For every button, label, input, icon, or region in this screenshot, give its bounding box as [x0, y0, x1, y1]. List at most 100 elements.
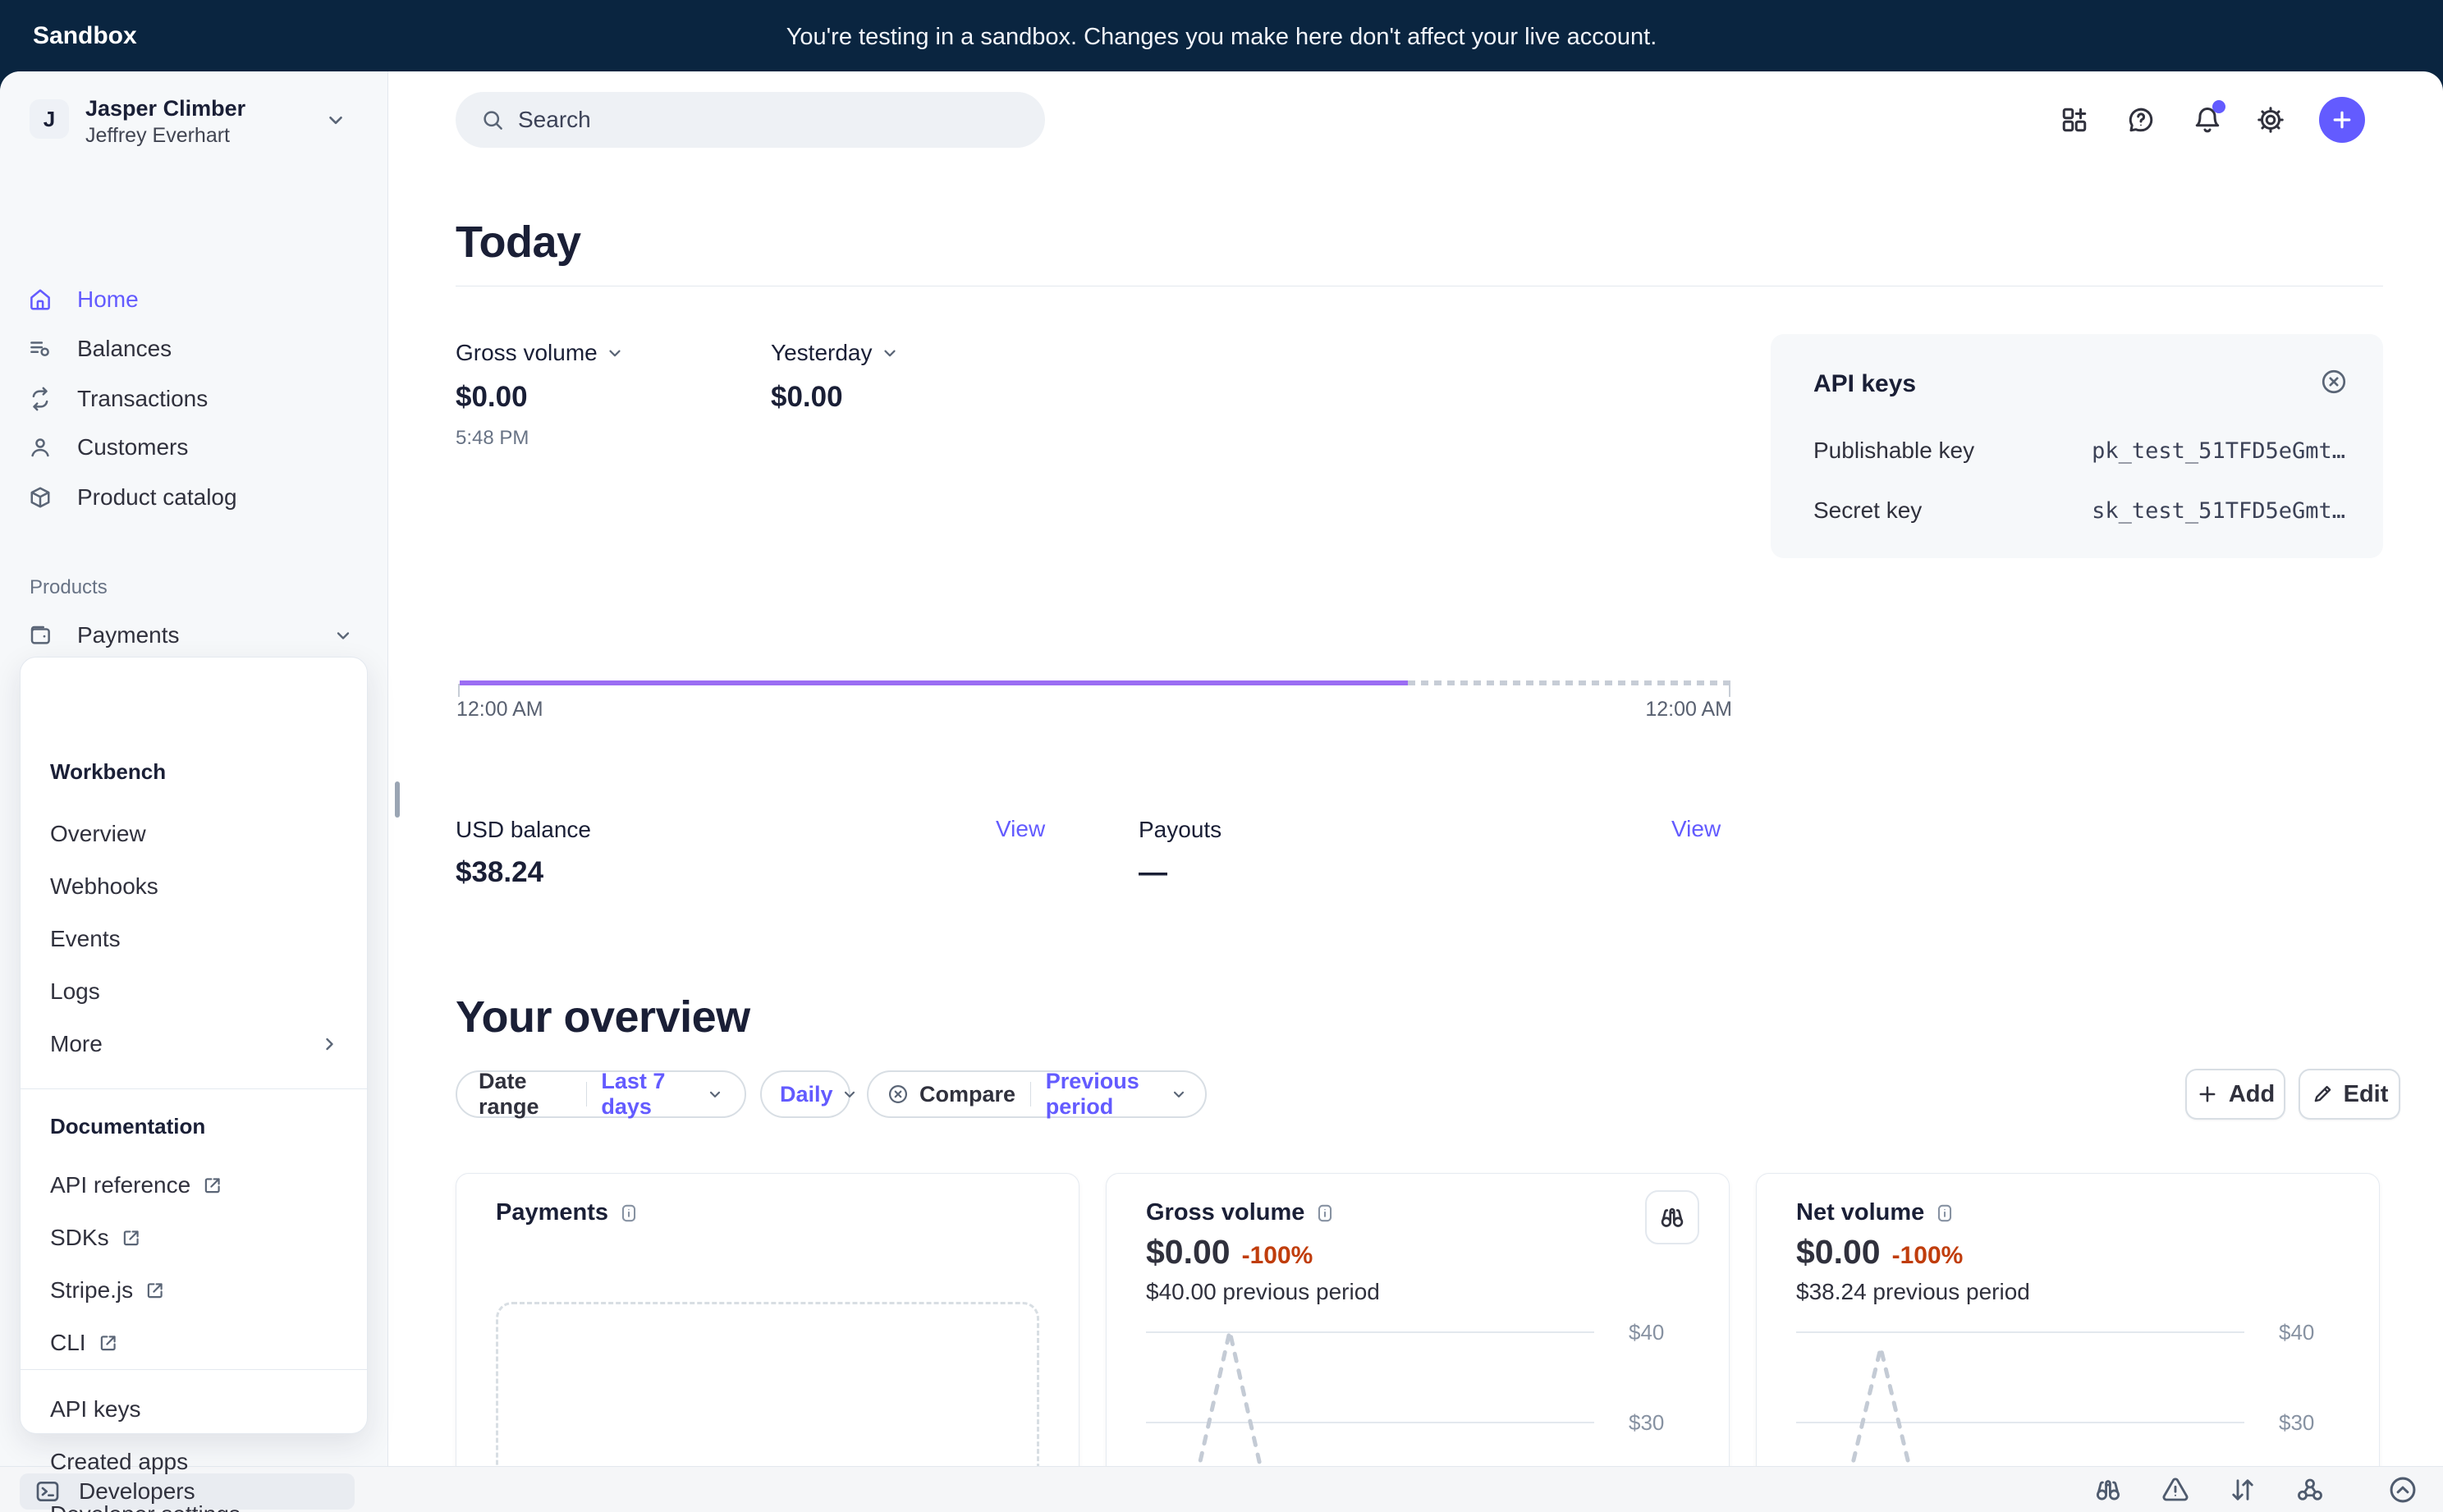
api-keys-card: API keys Publishable key pk_test_51TFD5e… [1771, 334, 2383, 558]
card-title: Net volume [1796, 1199, 1924, 1226]
search-bar[interactable] [456, 92, 1045, 148]
popup-item-label: SDKs [50, 1225, 109, 1251]
gross-volume-selector[interactable]: Gross volume [456, 340, 624, 366]
balances-icon [28, 337, 64, 361]
collapse-panel-icon[interactable] [2387, 1474, 2418, 1505]
sidebar-item-balances[interactable]: Balances [16, 325, 369, 373]
publishable-key-value[interactable]: pk_test_51TFD5eGmt… [2092, 438, 2345, 464]
sandbox-message: You're testing in a sandbox. Changes you… [0, 24, 2443, 51]
compare-label: Compare [919, 1082, 1015, 1107]
settings-gear-icon[interactable] [2251, 100, 2290, 140]
popup-item-webhooks[interactable]: Webhooks [30, 866, 359, 907]
sidebar-item-label: Balances [77, 336, 172, 362]
home-icon [28, 287, 64, 312]
compare-value: Previous period [1046, 1069, 1162, 1120]
metric-label-text: Gross volume [456, 340, 598, 366]
remove-compare-icon[interactable] [887, 1083, 910, 1106]
ytick-label: $30 [2279, 1410, 2344, 1436]
payments-card: Payments [456, 1173, 1079, 1493]
sidebar-item-label: Customers [77, 434, 188, 460]
popup-item-developer-settings[interactable]: Developer settings [30, 1494, 359, 1512]
date-range-filter[interactable]: Date range Last 7 days [456, 1070, 746, 1118]
sandbox-banner: Sandbox You're testing in a sandbox. Cha… [0, 0, 2443, 71]
popup-item-cli[interactable]: CLI [30, 1322, 359, 1363]
popup-item-events[interactable]: Events [30, 919, 359, 960]
compare-filter[interactable]: Compare Previous period [867, 1070, 1207, 1118]
package-icon [28, 485, 64, 510]
popup-divider [21, 1369, 367, 1370]
chevron-down-icon [325, 109, 346, 131]
chevron-down-icon [881, 344, 899, 362]
developers-bottom-bar: Developers [0, 1466, 2443, 1512]
today-title: Today [456, 217, 581, 268]
popup-item-stripe-js[interactable]: Stripe.js [30, 1270, 359, 1311]
payouts-value: — [1139, 856, 1167, 889]
popup-item-label: API reference [50, 1172, 190, 1198]
sidebar-item-transactions[interactable]: Transactions [16, 375, 369, 423]
sidebar-item-product-catalog[interactable]: Product catalog [16, 474, 369, 521]
payouts-label: Payouts [1139, 817, 1222, 843]
popup-item-sdks[interactable]: SDKs [30, 1217, 359, 1258]
add-button[interactable]: Add [2185, 1069, 2285, 1120]
ytick-label: $40 [1629, 1320, 1694, 1345]
sidebar-item-customers[interactable]: Customers [16, 424, 369, 471]
popup-item-more[interactable]: More [30, 1024, 359, 1065]
popup-item-api-keys[interactable]: API keys [30, 1389, 359, 1430]
gross-volume-card: Gross volume $0.00-100% $40.00 previous … [1106, 1173, 1730, 1493]
transactions-icon [28, 387, 64, 411]
info-icon[interactable] [1314, 1203, 1336, 1224]
search-input[interactable] [518, 107, 1011, 133]
popup-item-label: Stripe.js [50, 1277, 133, 1304]
card-delta: -100% [1892, 1242, 1964, 1269]
today-chart-line-solid [460, 680, 1408, 685]
pill-divider [1030, 1082, 1031, 1107]
products-section-label: Products [30, 576, 108, 599]
metric-label-text: Yesterday [771, 340, 873, 366]
secret-key-value[interactable]: sk_test_51TFD5eGmt… [2092, 498, 2345, 524]
inspect-binoculars-button[interactable] [1645, 1190, 1699, 1244]
interval-filter[interactable]: Daily [760, 1070, 850, 1118]
chart-tick [1729, 684, 1730, 697]
chevron-right-icon [319, 1034, 339, 1054]
popup-item-overview[interactable]: Overview [30, 813, 359, 855]
popup-divider [21, 1088, 367, 1089]
edit-button[interactable]: Edit [2299, 1069, 2400, 1120]
popup-item-created-apps[interactable]: Created apps [30, 1441, 359, 1482]
plus-icon [2196, 1083, 2219, 1106]
apps-grid-icon[interactable] [2055, 100, 2094, 140]
popup-item-api-reference[interactable]: API reference [30, 1165, 359, 1206]
gross-volume-time: 5:48 PM [456, 427, 529, 450]
account-subtitle: Jeffrey Everhart [85, 124, 230, 148]
sidebar-resize-handle[interactable] [395, 781, 400, 818]
yesterday-selector[interactable]: Yesterday [771, 340, 899, 366]
overview-title: Your overview [456, 992, 750, 1042]
date-range-label: Date range [479, 1069, 571, 1120]
stripe-dashboard: Sandbox You're testing in a sandbox. Cha… [0, 0, 2443, 1512]
popup-item-label: More [50, 1031, 103, 1057]
pencil-icon [2311, 1083, 2334, 1106]
chart-x-label-start: 12:00 AM [456, 698, 543, 722]
help-icon[interactable] [2121, 100, 2161, 140]
api-requests-arrows-icon[interactable] [2228, 1475, 2257, 1505]
errors-warning-icon[interactable] [2161, 1475, 2190, 1505]
popup-item-logs[interactable]: Logs [30, 971, 359, 1012]
sidebar-item-home[interactable]: Home [16, 276, 369, 323]
card-title: Gross volume [1146, 1199, 1304, 1226]
chevron-down-icon [841, 1086, 858, 1102]
inspector-binoculars-icon[interactable] [2093, 1475, 2123, 1505]
account-switcher[interactable]: J Jasper Climber Jeffrey Everhart [20, 91, 369, 149]
info-icon[interactable] [1934, 1203, 1955, 1224]
sidebar-item-payments[interactable]: Payments [16, 612, 369, 659]
card-previous-period: $38.24 previous period [1796, 1279, 2030, 1305]
create-plus-button[interactable] [2319, 97, 2365, 143]
notifications-bell-icon[interactable] [2188, 100, 2227, 140]
account-name: Jasper Climber [85, 96, 245, 121]
close-icon[interactable] [2319, 367, 2349, 396]
payouts-view-link[interactable]: View [1671, 816, 1721, 842]
webhooks-icon[interactable] [2295, 1475, 2325, 1505]
avatar: J [30, 99, 69, 139]
usd-balance-view-link[interactable]: View [996, 816, 1045, 842]
info-icon[interactable] [618, 1203, 639, 1224]
add-button-label: Add [2229, 1081, 2275, 1108]
chevron-down-icon [1171, 1086, 1187, 1102]
